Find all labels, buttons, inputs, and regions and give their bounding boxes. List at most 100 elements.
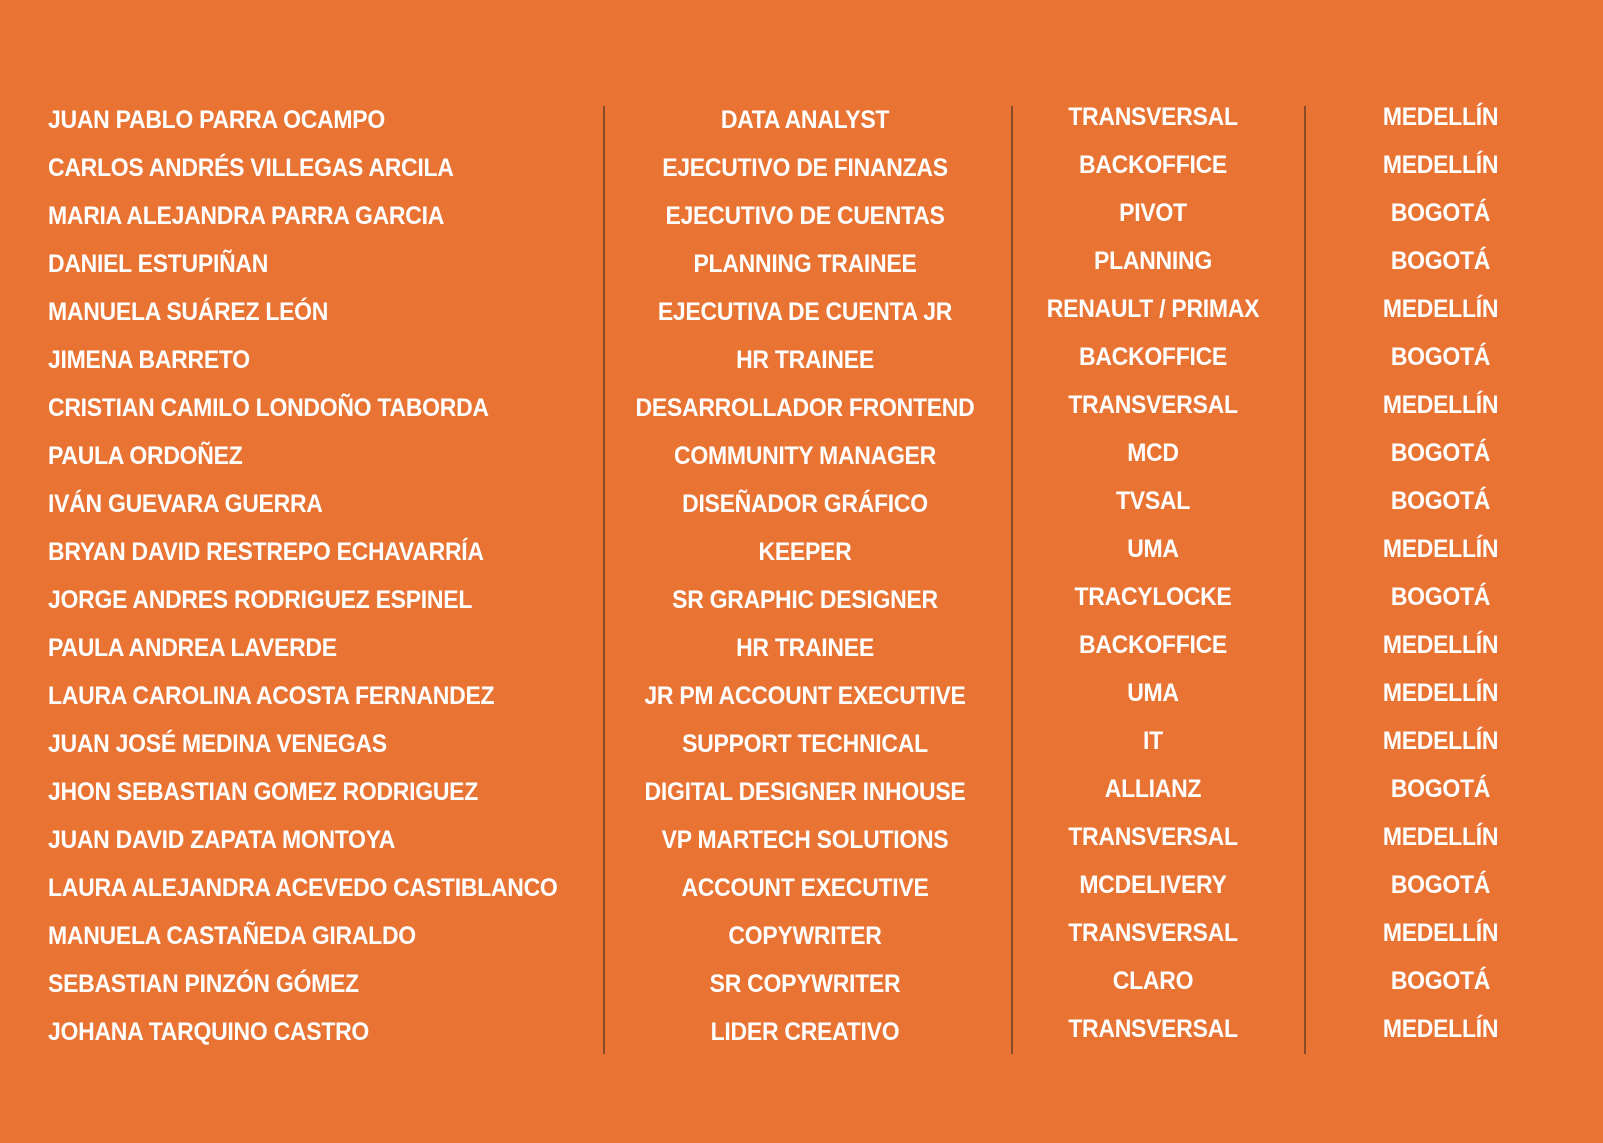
employee-team: UMA — [1127, 679, 1179, 707]
roster-row: LAURA CAROLINA ACOSTA FERNANDEZ JR PM AC… — [0, 672, 1603, 720]
employee-name: JUAN DAVID ZAPATA MONTOYA — [48, 826, 396, 854]
employee-city: MEDELLÍN — [1382, 679, 1499, 707]
roster-row: CRISTIAN CAMILO LONDOÑO TABORDA DESARROL… — [0, 384, 1603, 432]
employee-city: BOGOTÁ — [1390, 199, 1491, 227]
employee-team: TRACYLOCKE — [1074, 583, 1232, 611]
employee-role: EJECUTIVO DE CUENTAS — [665, 202, 945, 230]
employee-role: EJECUTIVO DE FINANZAS — [662, 154, 948, 182]
employee-role: SR GRAPHIC DESIGNER — [672, 586, 938, 614]
roster-row: SEBASTIAN PINZÓN GÓMEZ SR COPYWRITER CLA… — [0, 960, 1603, 1008]
employee-name: CRISTIAN CAMILO LONDOÑO TABORDA — [48, 394, 489, 422]
employee-role: VP MARTECH SOLUTIONS — [661, 826, 949, 854]
employee-team: BACKOFFICE — [1078, 151, 1228, 179]
employee-team: TRANSVERSAL — [1068, 919, 1238, 947]
roster-row: LAURA ALEJANDRA ACEVEDO CASTIBLANCO ACCO… — [0, 864, 1603, 912]
employee-role: DISEÑADOR GRÁFICO — [682, 490, 928, 518]
employee-team: PLANNING — [1094, 247, 1212, 275]
employee-name: JUAN JOSÉ MEDINA VENEGAS — [48, 730, 387, 758]
employee-city: MEDELLÍN — [1382, 823, 1499, 851]
employee-role: HR TRAINEE — [736, 634, 874, 662]
employee-role: COMMUNITY MANAGER — [674, 442, 936, 470]
employee-role: ACCOUNT EXECUTIVE — [681, 874, 929, 902]
employee-role: JR PM ACCOUNT EXECUTIVE — [644, 682, 966, 710]
employee-city: MEDELLÍN — [1382, 295, 1499, 323]
employee-team: BACKOFFICE — [1078, 631, 1228, 659]
employee-city: BOGOTÁ — [1390, 775, 1491, 803]
employee-name: MANUELA CASTAÑEDA GIRALDO — [48, 922, 416, 950]
employee-name: LAURA CAROLINA ACOSTA FERNANDEZ — [48, 682, 495, 710]
employee-name: DANIEL ESTUPIÑAN — [48, 250, 269, 278]
employee-role: EJECUTIVA DE CUENTA JR — [657, 298, 953, 326]
employee-city: MEDELLÍN — [1382, 727, 1499, 755]
roster-row: BRYAN DAVID RESTREPO ECHAVARRÍA KEEPER U… — [0, 528, 1603, 576]
roster-row: JHON SEBASTIAN GOMEZ RODRIGUEZ DIGITAL D… — [0, 768, 1603, 816]
roster-row: MANUELA SUÁREZ LEÓN EJECUTIVA DE CUENTA … — [0, 288, 1603, 336]
employee-name: BRYAN DAVID RESTREPO ECHAVARRÍA — [48, 538, 484, 566]
employee-role: SR COPYWRITER — [709, 970, 901, 998]
employee-city: BOGOTÁ — [1390, 247, 1491, 275]
employee-city: MEDELLÍN — [1382, 1015, 1499, 1043]
employee-name: JORGE ANDRES RODRIGUEZ ESPINEL — [48, 586, 473, 614]
roster-row: JUAN JOSÉ MEDINA VENEGAS SUPPORT TECHNIC… — [0, 720, 1603, 768]
employee-team: TRANSVERSAL — [1068, 103, 1238, 131]
roster-row: JIMENA BARRETO HR TRAINEE BACKOFFICE BOG… — [0, 336, 1603, 384]
employee-city: MEDELLÍN — [1382, 391, 1499, 419]
employee-city: MEDELLÍN — [1382, 919, 1499, 947]
roster-row: MARIA ALEJANDRA PARRA GARCIA EJECUTIVO D… — [0, 192, 1603, 240]
employee-name: IVÁN GUEVARA GUERRA — [48, 490, 323, 518]
employee-name: MANUELA SUÁREZ LEÓN — [48, 298, 329, 326]
employee-role: KEEPER — [758, 538, 852, 566]
employee-role: DATA ANALYST — [720, 106, 890, 134]
employee-city: BOGOTÁ — [1390, 439, 1491, 467]
employee-team: ALLIANZ — [1104, 775, 1202, 803]
employee-team: CLARO — [1112, 967, 1194, 995]
employee-role: SUPPORT TECHNICAL — [682, 730, 928, 758]
employee-city: MEDELLÍN — [1382, 631, 1499, 659]
employee-city: BOGOTÁ — [1390, 343, 1491, 371]
employee-role: HR TRAINEE — [736, 346, 874, 374]
employee-name: MARIA ALEJANDRA PARRA GARCIA — [48, 202, 445, 230]
roster-row: PAULA ANDREA LAVERDE HR TRAINEE BACKOFFI… — [0, 624, 1603, 672]
employee-name: LAURA ALEJANDRA ACEVEDO CASTIBLANCO — [48, 874, 558, 902]
roster-row: JORGE ANDRES RODRIGUEZ ESPINEL SR GRAPHI… — [0, 576, 1603, 624]
employee-team: RENAULT / PRIMAX — [1046, 295, 1260, 323]
employee-team: PIVOT — [1119, 199, 1187, 227]
employee-city: MEDELLÍN — [1382, 103, 1499, 131]
employee-city: MEDELLÍN — [1382, 151, 1499, 179]
employee-city: BOGOTÁ — [1390, 967, 1491, 995]
employee-team: TRANSVERSAL — [1068, 1015, 1238, 1043]
roster-row: DANIEL ESTUPIÑAN PLANNING TRAINEE PLANNI… — [0, 240, 1603, 288]
employee-name: JOHANA TARQUINO CASTRO — [48, 1018, 370, 1046]
roster-table: JUAN PABLO PARRA OCAMPO DATA ANALYST TRA… — [0, 96, 1603, 1056]
employee-team: IT — [1143, 727, 1163, 755]
employee-team: TVSAL — [1115, 487, 1191, 515]
roster-row: JUAN PABLO PARRA OCAMPO DATA ANALYST TRA… — [0, 96, 1603, 144]
employee-city: BOGOTÁ — [1390, 487, 1491, 515]
employee-city: MEDELLÍN — [1382, 535, 1499, 563]
employee-team: MCD — [1127, 439, 1179, 467]
employee-city: BOGOTÁ — [1390, 871, 1491, 899]
employee-team: TRANSVERSAL — [1068, 823, 1238, 851]
employee-team: UMA — [1127, 535, 1179, 563]
employee-role: DESARROLLADOR FRONTEND — [635, 394, 975, 422]
employee-role: PLANNING TRAINEE — [693, 250, 917, 278]
employee-team: MCDELIVERY — [1079, 871, 1227, 899]
employee-name: PAULA ANDREA LAVERDE — [48, 634, 337, 662]
employee-role: LIDER CREATIVO — [710, 1018, 900, 1046]
roster-row: CARLOS ANDRÉS VILLEGAS ARCILA EJECUTIVO … — [0, 144, 1603, 192]
roster-row: MANUELA CASTAÑEDA GIRALDO COPYWRITER TRA… — [0, 912, 1603, 960]
employee-name: JHON SEBASTIAN GOMEZ RODRIGUEZ — [48, 778, 479, 806]
roster-row: JOHANA TARQUINO CASTRO LIDER CREATIVO TR… — [0, 1008, 1603, 1056]
employee-name: JUAN PABLO PARRA OCAMPO — [48, 106, 385, 134]
roster-row: PAULA ORDOÑEZ COMMUNITY MANAGER MCD BOGO… — [0, 432, 1603, 480]
employee-role: DIGITAL DESIGNER INHOUSE — [644, 778, 966, 806]
employee-city: BOGOTÁ — [1390, 583, 1491, 611]
roster-row: IVÁN GUEVARA GUERRA DISEÑADOR GRÁFICO TV… — [0, 480, 1603, 528]
employee-name: PAULA ORDOÑEZ — [48, 442, 243, 470]
roster-page: JUAN PABLO PARRA OCAMPO DATA ANALYST TRA… — [0, 0, 1603, 1143]
employee-name: JIMENA BARRETO — [48, 346, 250, 374]
employee-role: COPYWRITER — [728, 922, 882, 950]
employee-team: TRANSVERSAL — [1068, 391, 1238, 419]
employee-team: BACKOFFICE — [1078, 343, 1228, 371]
roster-row: JUAN DAVID ZAPATA MONTOYA VP MARTECH SOL… — [0, 816, 1603, 864]
